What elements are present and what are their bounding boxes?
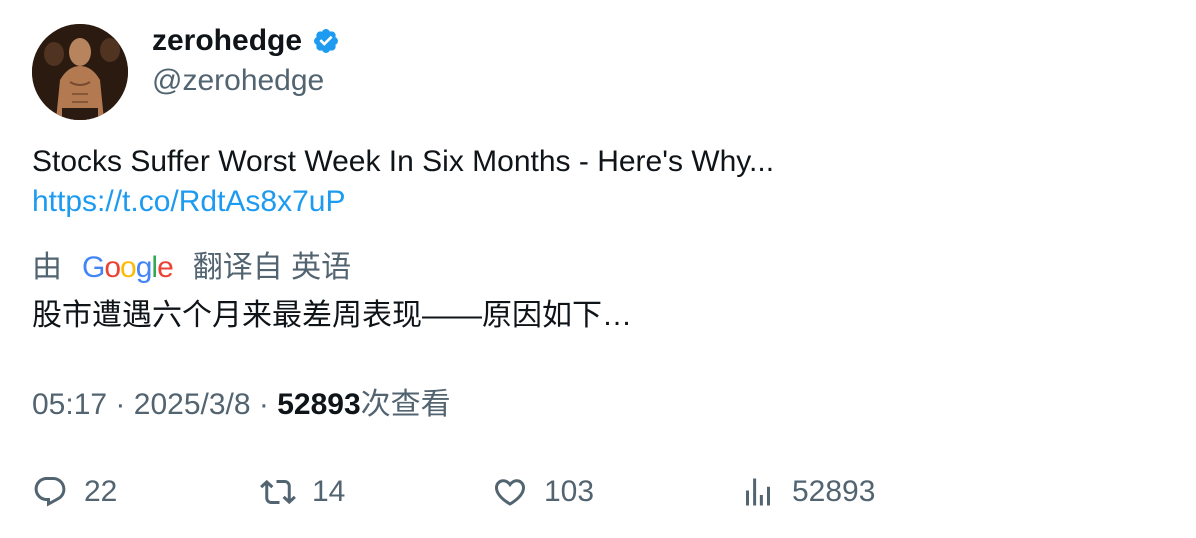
translation-attribution[interactable]: 由 Google 翻译自 英语 bbox=[32, 248, 351, 288]
author-name-text[interactable]: zerohedge bbox=[152, 22, 302, 60]
action-bar: 22 14 103 52893 bbox=[32, 470, 1132, 514]
views-label: 次查看 bbox=[360, 388, 451, 421]
translation-suffix: 翻译自 英语 bbox=[192, 251, 352, 284]
reply-button[interactable]: 22 bbox=[32, 470, 117, 514]
tweet-link[interactable]: https://t.co/RdtAs8x7uP bbox=[32, 182, 774, 222]
like-icon bbox=[494, 479, 526, 506]
google-logo: Google bbox=[82, 251, 174, 284]
tweet-body: Stocks Suffer Worst Week In Six Months -… bbox=[32, 142, 774, 222]
author-handle[interactable]: @zerohedge bbox=[152, 62, 324, 100]
tweet-meta: 05:17 · 2025/3/8 · 52893次查看 bbox=[32, 385, 451, 425]
meta-separator: · bbox=[258, 388, 269, 421]
translated-text: 股市遭遇六个月来最差周表现——原因如下… bbox=[32, 299, 632, 332]
avatar[interactable] bbox=[32, 24, 128, 120]
retweet-count: 14 bbox=[312, 475, 346, 508]
reply-count: 22 bbox=[84, 475, 118, 508]
translation-prefix: 由 bbox=[32, 251, 62, 284]
views-button[interactable]: 52893 bbox=[740, 470, 875, 514]
verified-badge-icon bbox=[314, 29, 338, 53]
views-count: 52893 bbox=[277, 388, 361, 421]
views-action-count: 52893 bbox=[792, 475, 876, 508]
meta-separator: · bbox=[115, 388, 126, 421]
views-icon bbox=[746, 478, 770, 506]
tweet-time[interactable]: 05:17 bbox=[32, 388, 107, 421]
retweet-icon bbox=[260, 479, 296, 505]
like-count: 103 bbox=[544, 475, 595, 508]
tweet-date[interactable]: 2025/3/8 bbox=[134, 388, 251, 421]
retweet-button[interactable]: 14 bbox=[260, 470, 345, 514]
tweet-text: Stocks Suffer Worst Week In Six Months -… bbox=[32, 145, 775, 178]
reply-icon bbox=[34, 477, 66, 507]
like-button[interactable]: 103 bbox=[492, 470, 594, 514]
avatar-image bbox=[32, 24, 128, 120]
author-name[interactable]: zerohedge bbox=[152, 22, 340, 60]
